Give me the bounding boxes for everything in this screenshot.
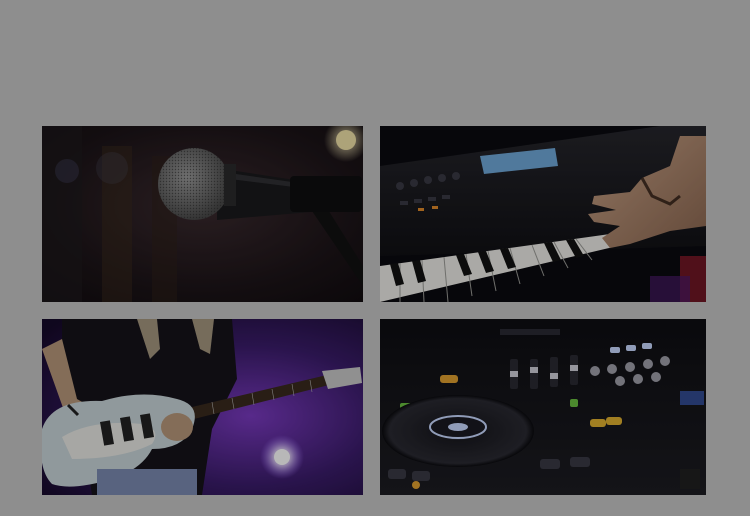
gallery-tile-keyboard[interactable] <box>380 126 706 302</box>
gallery-tile-guitar[interactable] <box>42 319 363 495</box>
keyboard-icon <box>380 126 706 302</box>
guitar-icon <box>42 319 363 495</box>
microphone-icon <box>42 126 363 302</box>
dj-controller-icon <box>380 319 706 495</box>
gallery-tile-dj-controller[interactable] <box>380 319 706 495</box>
gallery-tile-microphone[interactable] <box>42 126 363 302</box>
